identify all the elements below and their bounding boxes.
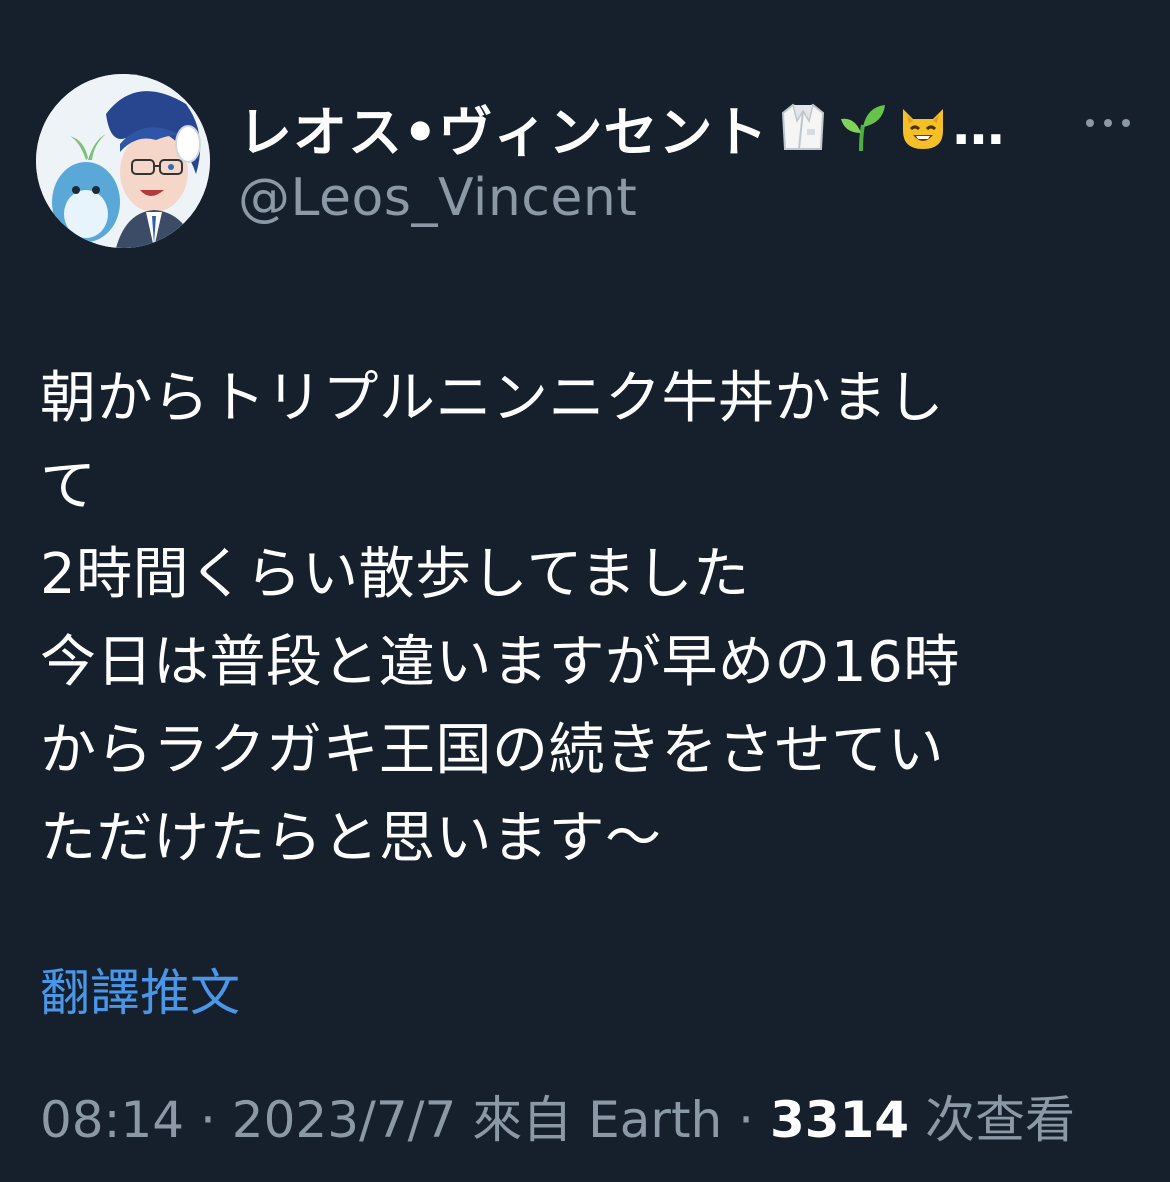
author-name-row[interactable]: レオス•ヴィンセント … — [238, 92, 1005, 164]
meta-separator: · — [722, 1091, 770, 1149]
tweet-text: 朝からトリプルニンニク牛丼かまし て 2時間くらい散歩してました 今日は普段と違… — [40, 366, 960, 871]
avatar[interactable] — [36, 74, 210, 248]
tweet-source: Earth — [588, 1091, 723, 1149]
tweet-metadata: 08:14 · 2023/7/7 來自 Earth · 3314 次查看 — [40, 1080, 1075, 1152]
lab-coat-icon — [777, 101, 829, 153]
tweet-date[interactable]: 2023/7/7 — [232, 1091, 457, 1149]
meta-separator: · — [184, 1091, 232, 1149]
views-count[interactable]: 3314 — [770, 1091, 909, 1149]
author-display-name[interactable]: レオス•ヴィンセント — [238, 88, 769, 167]
more-options-button[interactable] — [1082, 108, 1134, 138]
avatar-image — [36, 74, 210, 248]
author-handle[interactable]: @Leos_Vincent — [238, 168, 637, 228]
seedling-icon — [837, 101, 889, 153]
more-horizontal-icon — [1086, 119, 1130, 127]
views-label[interactable]: 次查看 — [925, 1091, 1075, 1149]
tweet-detail: レオス•ヴィンセント … @Leos_Vincent 朝からトリプルニンニク牛丼… — [0, 0, 1170, 1182]
smiling-cat-icon — [897, 101, 949, 153]
translate-tweet-link[interactable]: 翻譯推文 — [40, 953, 240, 1025]
name-truncation-ellipsis: … — [952, 97, 1005, 157]
source-prefix: 來自 — [472, 1091, 573, 1149]
tweet-time[interactable]: 08:14 — [40, 1091, 184, 1149]
